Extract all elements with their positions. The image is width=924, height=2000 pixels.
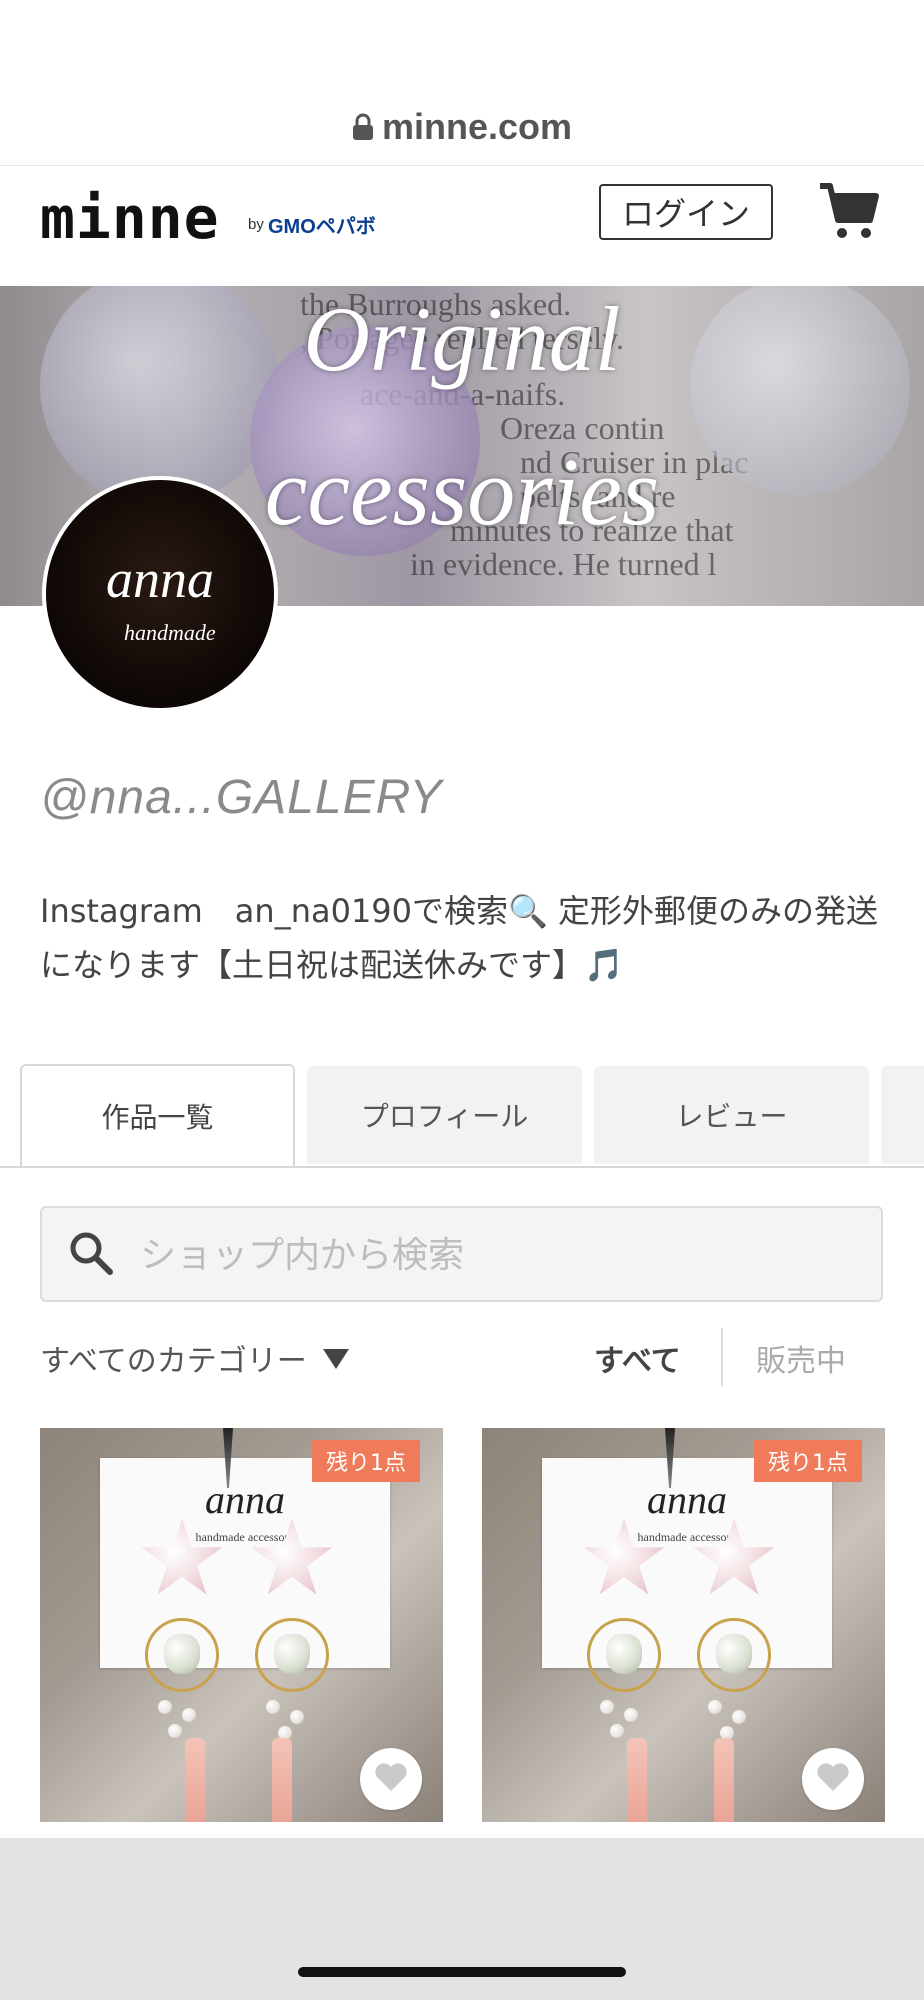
gmo-pepabo-logo: GMOペパボ: [268, 216, 376, 238]
heart-icon: [816, 1762, 850, 1796]
heart-icon: [374, 1762, 408, 1796]
pearl: [290, 1710, 304, 1724]
browser-url-bar: minne.com: [0, 0, 924, 166]
product-brand: anna: [647, 1477, 727, 1522]
logo-by-text: by: [248, 216, 264, 233]
pearl: [708, 1700, 722, 1714]
crystal-bead: [274, 1634, 310, 1674]
pearl: [182, 1708, 196, 1722]
crystal-bead: [164, 1634, 200, 1674]
shop-avatar: anna handmade: [42, 476, 278, 712]
url-text: minne.com: [381, 106, 573, 147]
shop-description: Instagram an_na0190で検索🔍 定形外郵便のみの発送になります【…: [40, 892, 879, 984]
category-dropdown[interactable]: すべてのカテゴリー: [40, 1336, 349, 1380]
resin-drop: [272, 1738, 292, 1822]
avatar-text: anna: [106, 549, 214, 609]
category-label: すべてのカテゴリー: [40, 1344, 307, 1379]
lock-icon: [352, 108, 374, 150]
url-display[interactable]: minne.com: [0, 106, 924, 150]
minne-logo[interactable]: minne: [40, 184, 220, 252]
filter-on-sale[interactable]: 販売中: [756, 1336, 846, 1380]
product-card-paper-lower: [542, 1608, 832, 1668]
product-subtitle: handmade accessory: [637, 1530, 737, 1544]
cart-icon[interactable]: [818, 180, 880, 246]
site-header: minne by GMOペパボ ログイン: [0, 166, 924, 286]
tab-products[interactable]: 作品一覧: [20, 1064, 295, 1166]
shop-name: @nna...GALLERY: [40, 771, 443, 824]
pearl: [732, 1710, 746, 1724]
tab-profile[interactable]: プロフィール: [307, 1066, 582, 1164]
filter-all[interactable]: すべて: [594, 1336, 681, 1380]
product-card[interactable]: anna handmade accessory 残り1点: [482, 1428, 885, 1822]
product-card-paper-lower: [100, 1608, 390, 1668]
pearl: [600, 1700, 614, 1714]
chevron-down-icon: [322, 1349, 349, 1369]
pearl: [158, 1700, 172, 1714]
resin-drop: [627, 1738, 647, 1822]
pearl: [266, 1700, 280, 1714]
divider: [721, 1328, 723, 1386]
resin-drop: [714, 1738, 734, 1822]
crystal-bead: [606, 1634, 642, 1674]
tab-reviews[interactable]: レビュー: [594, 1066, 869, 1164]
stock-badge: 残り1点: [754, 1440, 862, 1482]
pearl: [610, 1724, 624, 1738]
tab-more[interactable]: [881, 1066, 924, 1164]
login-button[interactable]: ログイン: [599, 184, 773, 240]
banner-text-line: in evidence. He turned l: [410, 546, 717, 582]
resin-drop: [185, 1738, 205, 1822]
crystal-bead: [716, 1634, 752, 1674]
like-button[interactable]: [802, 1748, 864, 1810]
banner-title-line1: Original: [303, 288, 621, 390]
shop-tabs: 作品一覧 プロフィール レビュー: [0, 1064, 924, 1168]
avatar-subtext: handmade: [124, 620, 216, 645]
pearl: [624, 1708, 638, 1722]
stock-badge: 残り1点: [312, 1440, 420, 1482]
home-indicator[interactable]: [298, 1967, 626, 1977]
pearl: [168, 1724, 182, 1738]
shop-search-box: [40, 1206, 883, 1302]
search-input[interactable]: [138, 1222, 842, 1288]
search-icon: [68, 1230, 114, 1280]
product-subtitle: handmade accessory: [195, 1530, 295, 1544]
product-brand: anna: [205, 1477, 285, 1522]
product-card[interactable]: anna handmade accessory 残り1点: [40, 1428, 443, 1822]
like-button[interactable]: [360, 1748, 422, 1810]
